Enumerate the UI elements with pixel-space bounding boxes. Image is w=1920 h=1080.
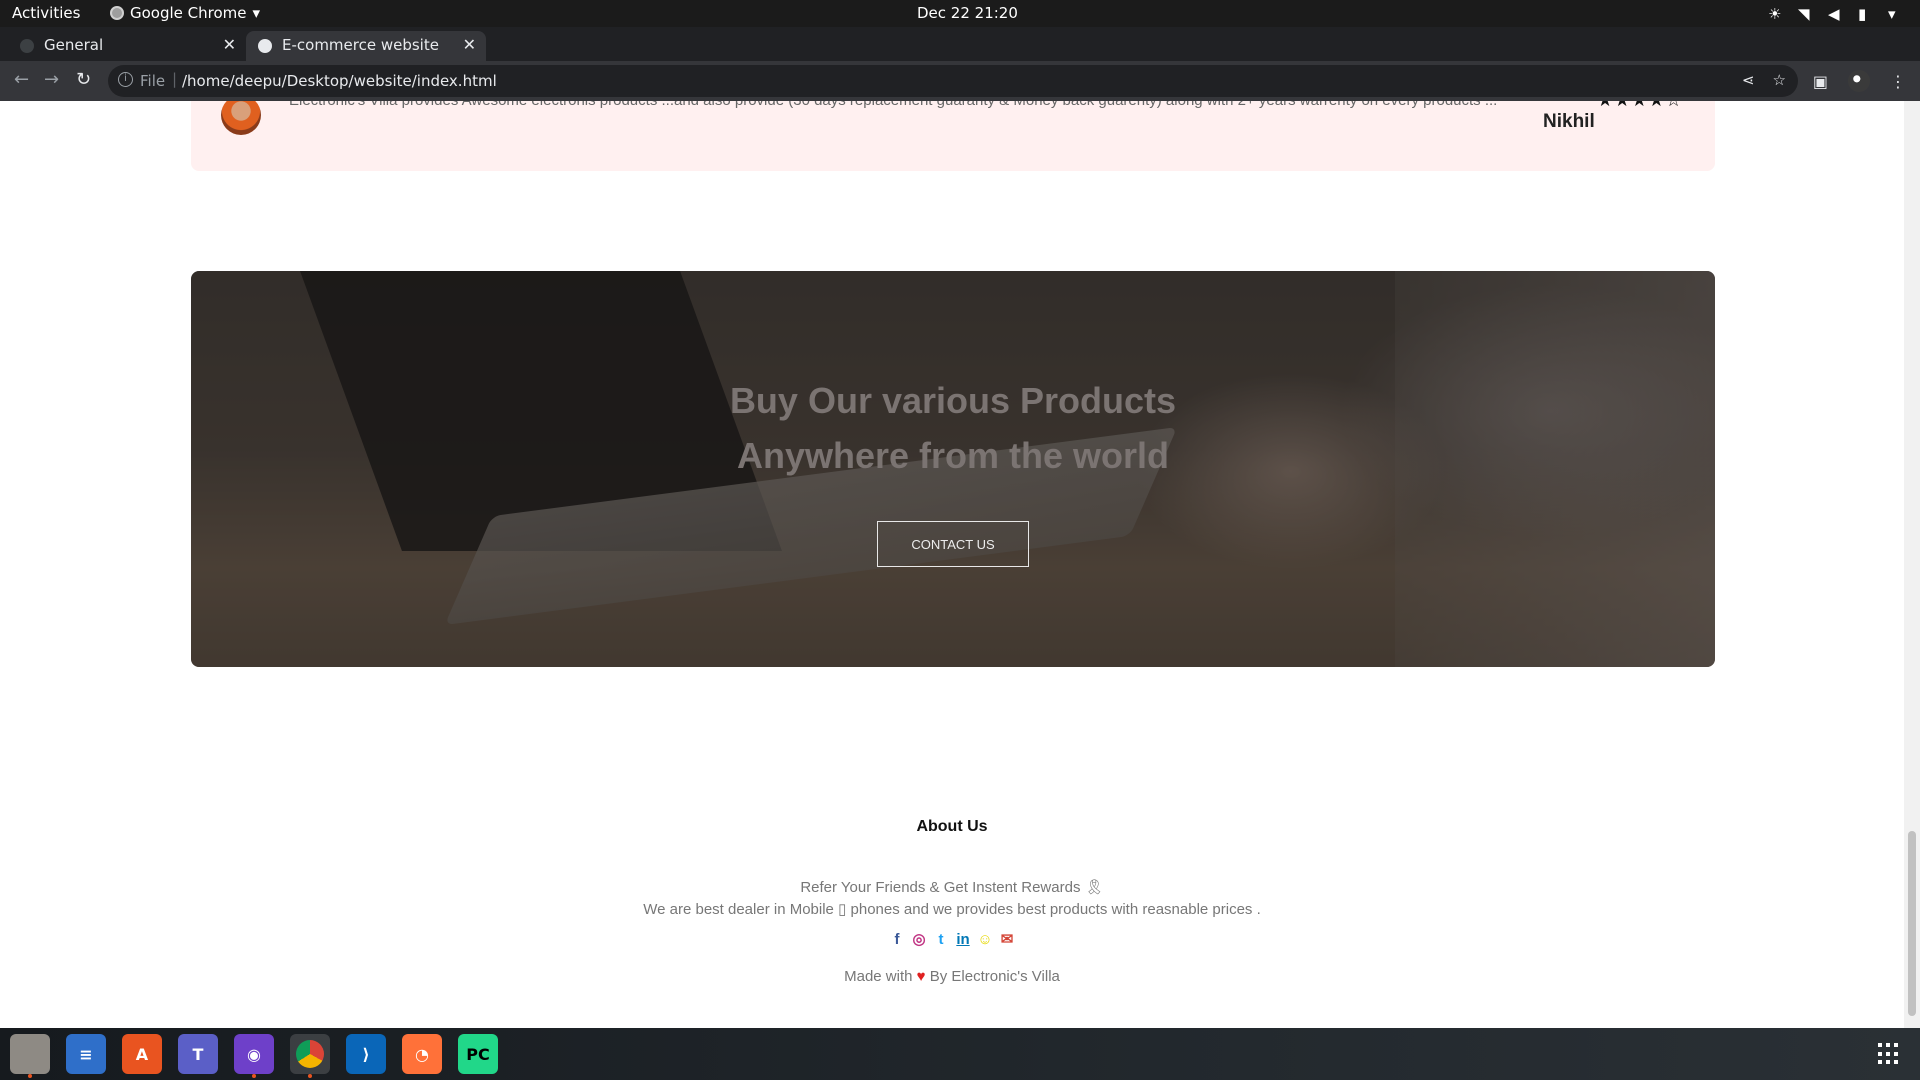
- snapchat-icon[interactable]: ☺: [976, 929, 994, 949]
- made-with-credit: Made with ♥ By Electronic's Villa: [0, 968, 1904, 985]
- profile-avatar[interactable]: [1848, 70, 1870, 92]
- dock: ≡ A T ◉ ⟩ ◔ PC: [10, 1034, 498, 1078]
- award-ribbon-icon: 🎗: [1084, 879, 1104, 896]
- teams-icon[interactable]: T: [178, 1034, 218, 1074]
- about-referral-text: Refer Your Friends & Get Instent Rewards…: [0, 878, 1904, 896]
- github-desktop-icon[interactable]: ◉: [234, 1034, 274, 1078]
- page-viewport: Electronic's Villa provides Awesome elec…: [0, 101, 1920, 1028]
- social-links: f ◎ t in ☺ ✉: [0, 929, 1904, 949]
- globe-favicon-icon: [258, 39, 272, 53]
- power-menu-icon: ▾: [1888, 5, 1896, 23]
- running-indicator: [28, 1074, 32, 1078]
- contact-us-button[interactable]: CONTACT US: [877, 521, 1029, 567]
- share-icon[interactable]: ⋖: [1742, 71, 1755, 89]
- chrome-dock-icon[interactable]: [290, 1034, 330, 1078]
- scrollbar-thumb[interactable]: [1908, 831, 1916, 1016]
- url-separator: |: [172, 70, 178, 88]
- activities-button[interactable]: Activities: [12, 4, 80, 22]
- text-editor-icon[interactable]: ≡: [66, 1034, 106, 1074]
- about-dealer-text: We are best dealer in Mobile ▯ phones an…: [0, 900, 1904, 918]
- vscode-icon[interactable]: ⟩: [346, 1034, 386, 1074]
- software-center-icon[interactable]: A: [122, 1034, 162, 1074]
- files-icon[interactable]: [10, 1034, 50, 1078]
- wifi-icon: ◥: [1798, 5, 1810, 23]
- tab-general[interactable]: General ✕: [8, 31, 246, 61]
- reviewer-name: Nikhil: [1543, 111, 1595, 132]
- url-scheme: File: [140, 72, 166, 90]
- url-text[interactable]: /home/deepu/Desktop/website/index.html: [182, 72, 497, 90]
- address-bar[interactable]: i File | /home/deepu/Desktop/website/ind…: [108, 65, 1798, 97]
- forward-arrow-icon[interactable]: →: [44, 69, 59, 90]
- close-tab-icon[interactable]: ✕: [223, 35, 236, 54]
- mobile-phone-icon: ▯: [838, 901, 847, 918]
- running-indicator: [252, 1074, 256, 1078]
- reviewer-avatar: [221, 101, 261, 135]
- app-menu-label: Google Chrome: [130, 4, 247, 22]
- clock[interactable]: Dec 22 21:20: [917, 4, 1018, 22]
- heart-icon: ♥: [916, 968, 926, 985]
- email-icon[interactable]: ✉: [998, 929, 1016, 949]
- tab-strip: General ✕ E-commerce website ✕ + ⌄ — ❐ ✕: [0, 27, 1920, 82]
- banner-title-line-1: Buy Our various Products: [729, 380, 1177, 421]
- battery-icon: ▮: [1858, 5, 1867, 23]
- promo-banner: Buy Our various Products Anywhere from t…: [191, 271, 1715, 667]
- banner-title-line-2: Anywhere from the world: [736, 435, 1170, 476]
- back-arrow-icon[interactable]: ←: [14, 69, 29, 90]
- brightness-icon: ☀: [1768, 5, 1782, 23]
- twitter-icon[interactable]: t: [932, 929, 950, 949]
- linkedin-icon[interactable]: in: [954, 929, 972, 949]
- side-panel-icon[interactable]: ▣: [1813, 72, 1828, 91]
- dealer-text-start: We are best dealer in Mobile: [643, 901, 834, 918]
- reload-icon[interactable]: ↻: [76, 69, 91, 90]
- caret-down-icon: ▾: [252, 4, 261, 22]
- banner-title: Buy Our various Products Anywhere from t…: [191, 373, 1715, 483]
- made-with-text: Made with: [844, 968, 913, 985]
- show-applications-grid-icon[interactable]: [1878, 1043, 1900, 1065]
- made-by-text: By Electronic's Villa: [929, 968, 1060, 985]
- tab-ecommerce-website[interactable]: E-commerce website ✕: [246, 31, 486, 61]
- github-favicon-icon: [20, 39, 34, 53]
- about-us-heading: About Us: [916, 818, 988, 835]
- tab-label: General: [44, 36, 104, 54]
- referral-text: Refer Your Friends & Get Instent Rewards: [800, 879, 1081, 896]
- review-card: Electronic's Villa provides Awesome elec…: [191, 101, 1715, 171]
- app-menu[interactable]: Google Chrome ▾: [110, 4, 260, 22]
- review-text: Electronic's Villa provides Awesome elec…: [289, 101, 1539, 109]
- tab-label: E-commerce website: [282, 36, 439, 54]
- firefox-icon[interactable]: ◔: [402, 1034, 442, 1074]
- dealer-text-end: phones and we provides best products wit…: [850, 901, 1261, 918]
- bookmark-star-icon[interactable]: ☆: [1773, 71, 1786, 89]
- instagram-icon[interactable]: ◎: [910, 929, 928, 949]
- dock-bar: ≡ A T ◉ ⟩ ◔ PC: [0, 1028, 1920, 1080]
- browser-toolbar: ← → ↻ i File | /home/deepu/Desktop/websi…: [0, 61, 1920, 101]
- chrome-logo: [296, 1040, 324, 1068]
- pycharm-icon[interactable]: PC: [458, 1034, 498, 1074]
- omnibox-actions: ⋖ ☆: [1742, 71, 1786, 89]
- close-tab-icon[interactable]: ✕: [463, 35, 476, 54]
- volume-icon: ◀: [1828, 5, 1840, 23]
- toolbar-actions: ▣ ⋮: [1813, 70, 1906, 92]
- more-menu-icon[interactable]: ⋮: [1890, 72, 1906, 91]
- rating-stars: ★★★★☆: [1597, 101, 1683, 111]
- info-icon[interactable]: i: [118, 72, 133, 87]
- chrome-icon: [110, 6, 124, 20]
- running-indicator: [308, 1074, 312, 1078]
- system-tray[interactable]: ☀ ◥ ◀ ▮ ▾: [1768, 5, 1904, 23]
- facebook-icon[interactable]: f: [888, 929, 906, 949]
- system-top-bar: Activities Google Chrome ▾ Dec 22 21:20 …: [0, 0, 1920, 27]
- page-scrollbar[interactable]: [1904, 101, 1920, 1028]
